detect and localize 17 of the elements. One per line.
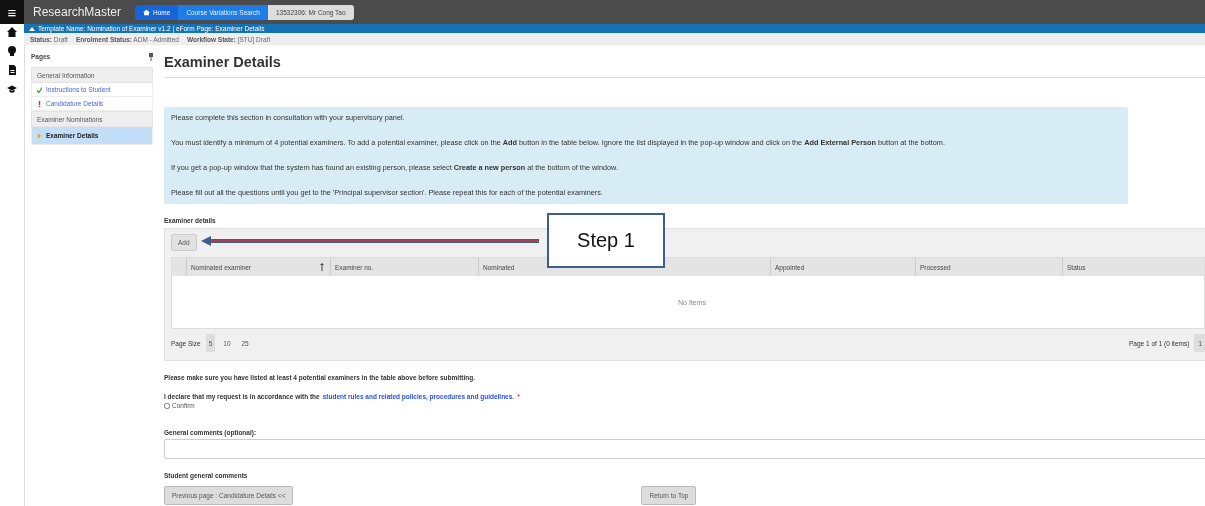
callout-box: Step 1 (547, 213, 665, 268)
exclamation-icon (37, 100, 42, 107)
home-icon (143, 8, 151, 16)
chevron-up-icon (29, 26, 35, 31)
page-title: Examiner Details (164, 54, 1205, 78)
pin-icon (149, 53, 153, 61)
comments-field[interactable] (164, 439, 1205, 459)
caret-icon (37, 132, 42, 139)
home-icon (7, 27, 17, 37)
app-title: ResearchMaster (33, 5, 122, 19)
check-icon (37, 86, 42, 93)
graduation-cap-icon (7, 84, 17, 94)
confirm-checkbox[interactable] (164, 402, 170, 409)
menu-button[interactable]: ≡ (0, 0, 24, 24)
sort-icon (320, 263, 324, 271)
document-icon (7, 65, 17, 75)
lightbulb-icon (7, 46, 17, 56)
